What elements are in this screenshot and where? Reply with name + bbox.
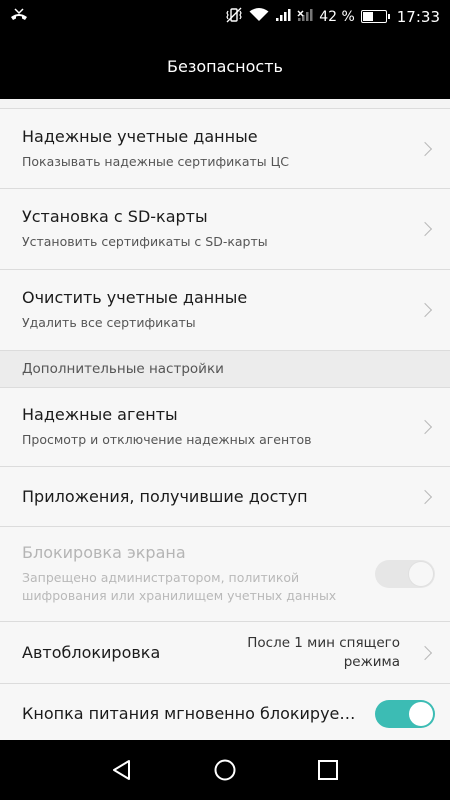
- page-title: Безопасность: [167, 56, 283, 76]
- app-access-title: Приложения, получившие доступ: [22, 487, 308, 506]
- chevron-right-icon: [417, 141, 433, 156]
- vibrate-icon: [225, 7, 243, 27]
- clear-credentials-title: Очистить учетные данные: [22, 288, 248, 307]
- trusted-agents-subtitle: Просмотр и отключение надежных агентов: [22, 432, 312, 447]
- screen-lock-item: Блокировка экрана Запрещено администрато…: [0, 526, 450, 621]
- chevron-right-icon: [417, 645, 433, 660]
- app-bar: Безопасность: [0, 33, 450, 99]
- trusted-credentials-title: Надежные учетные данные: [22, 126, 258, 146]
- power-button-lock-item[interactable]: Кнопка питания мгновенно блокирует…: [0, 683, 450, 740]
- toggle-knob: [409, 701, 433, 726]
- clear-credentials-subtitle: Удалить все сертификаты: [22, 315, 196, 330]
- chevron-right-icon: [417, 419, 433, 435]
- install-from-sd-title: Установка с SD-карты: [22, 207, 208, 226]
- trusted-agents-item[interactable]: Надежные агенты Просмотр и отключение на…: [0, 387, 450, 466]
- power-button-lock-toggle[interactable]: [375, 699, 435, 728]
- signal-no-sim-icon: [297, 7, 313, 26]
- status-time: 17:33: [396, 7, 440, 26]
- advanced-settings-header: Дополнительные настройки: [0, 350, 450, 387]
- auto-lock-value: После 1 мин спящего режима: [247, 634, 400, 670]
- trusted-agents-title: Надежные агенты: [22, 405, 178, 424]
- power-button-lock-title: Кнопка питания мгновенно блокирует…: [22, 704, 360, 723]
- missed-call-icon: [10, 7, 28, 26]
- navigation-bar: [0, 740, 450, 800]
- screen-lock-toggle: [375, 560, 435, 588]
- home-icon[interactable]: [205, 750, 245, 790]
- screen-lock-subtitle: Запрещено администратором, политикой шиф…: [22, 570, 337, 603]
- screen-lock-title: Блокировка экрана: [22, 543, 186, 562]
- battery-level-fill: [362, 12, 373, 21]
- recents-icon[interactable]: [308, 750, 348, 790]
- list-top-spacer: [0, 99, 450, 108]
- install-from-sd-subtitle: Установить сертификаты с SD-карты: [22, 234, 268, 249]
- chevron-right-icon: [417, 302, 433, 318]
- app-access-item[interactable]: Приложения, получившие доступ: [0, 466, 450, 526]
- battery-icon: [360, 10, 390, 23]
- wifi-icon: [249, 7, 269, 26]
- chevron-right-icon: [417, 489, 433, 504]
- chevron-right-icon: [417, 221, 433, 237]
- install-from-sd-item[interactable]: Установка с SD-карты Установить сертифик…: [0, 188, 450, 269]
- trusted-credentials-item[interactable]: Надежные учетные данные Показывать надеж…: [0, 108, 450, 188]
- toggle-knob: [409, 562, 433, 586]
- settings-list[interactable]: Надежные учетные данные Показывать надеж…: [0, 99, 450, 740]
- signal-icon: [275, 7, 291, 26]
- clear-credentials-item[interactable]: Очистить учетные данные Удалить все серт…: [0, 269, 450, 350]
- auto-lock-item[interactable]: Автоблокировка После 1 мин спящего режим…: [0, 621, 450, 683]
- battery-percent: 42 %: [319, 8, 355, 25]
- status-bar: 42 % 17:33: [0, 0, 450, 33]
- back-icon[interactable]: [102, 750, 142, 790]
- trusted-credentials-subtitle: Показывать надежные сертификаты ЦС: [22, 153, 290, 169]
